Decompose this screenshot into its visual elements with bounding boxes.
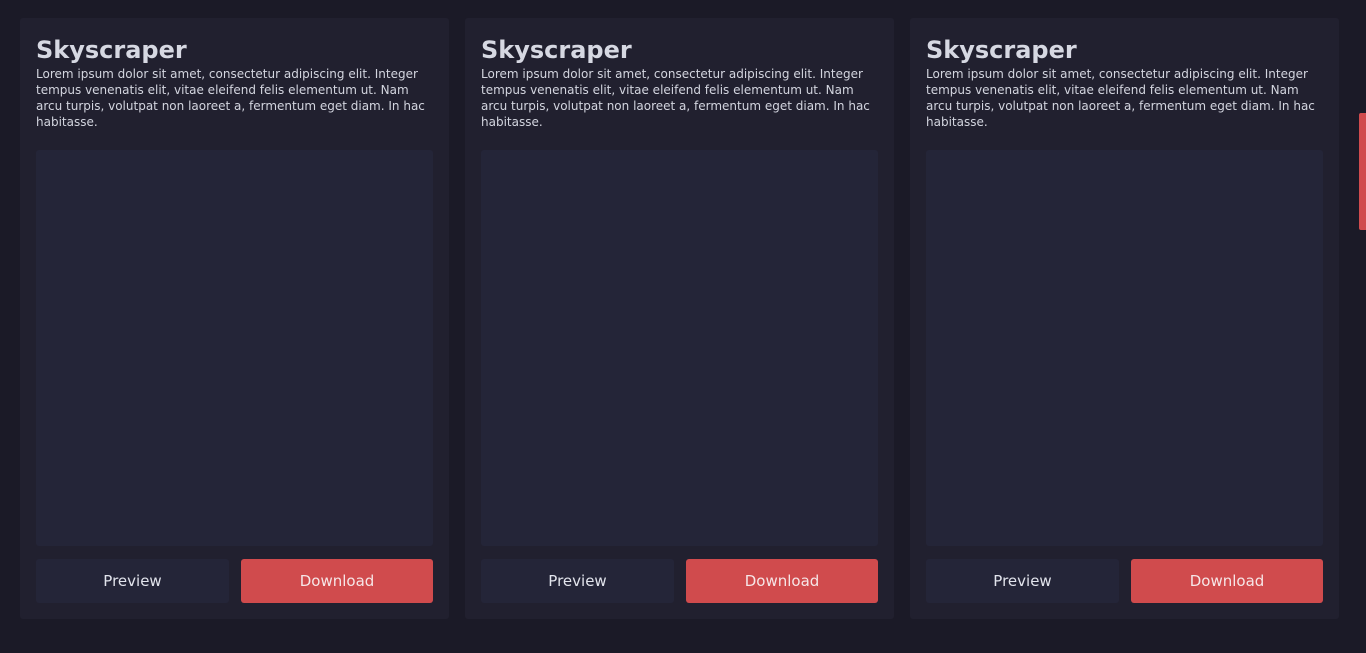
template-card-1: Skyscraper Lorem ipsum dolor sit amet, c… [20,18,449,619]
template-card-3: Skyscraper Lorem ipsum dolor sit amet, c… [910,18,1339,619]
card-description: Lorem ipsum dolor sit amet, consectetur … [36,67,425,129]
download-button[interactable]: Download [241,559,433,603]
card-title: Skyscraper [926,36,1077,64]
card-preview-image [481,150,878,546]
download-button[interactable]: Download [686,559,878,603]
preview-button[interactable]: Preview [36,559,229,603]
card-preview-image [36,150,433,546]
scroll-indicator[interactable] [1359,113,1366,230]
card-title: Skyscraper [36,36,187,64]
card-description: Lorem ipsum dolor sit amet, consectetur … [481,67,870,129]
preview-button[interactable]: Preview [926,559,1119,603]
card-title: Skyscraper [481,36,632,64]
card-preview-image [926,150,1323,546]
page: Skyscraper Lorem ipsum dolor sit amet, c… [0,0,1366,653]
download-button[interactable]: Download [1131,559,1323,603]
template-card-2: Skyscraper Lorem ipsum dolor sit amet, c… [465,18,894,619]
preview-button[interactable]: Preview [481,559,674,603]
card-description: Lorem ipsum dolor sit amet, consectetur … [926,67,1315,129]
